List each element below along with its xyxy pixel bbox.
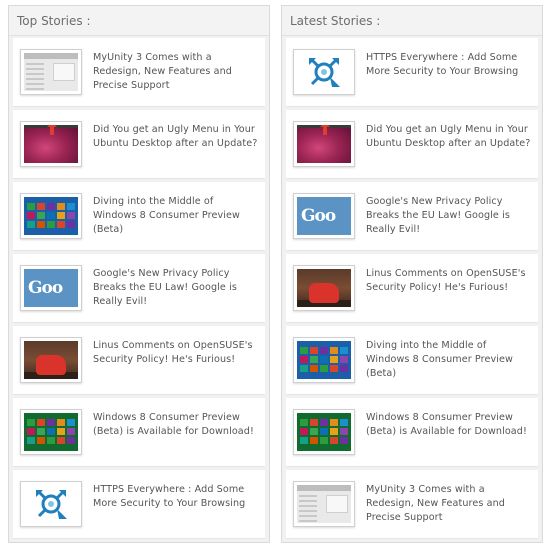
story-title-link[interactable]: Google's New Privacy Policy Breaks the E…: [93, 267, 259, 309]
google-logo-text: Goo: [28, 278, 63, 298]
top-stories-list: MyUnity 3 Comes with a Redesign, New Fea…: [9, 36, 269, 539]
google-thumbnail[interactable]: Goo: [293, 193, 355, 239]
menu-thumbnail[interactable]: [20, 121, 82, 167]
story-item[interactable]: Linus Comments on OpenSUSE's Security Po…: [286, 254, 538, 323]
story-item[interactable]: Windows 8 Consumer Preview (Beta) is Ava…: [286, 398, 538, 467]
story-item[interactable]: Did You get an Ugly Menu in Your Ubuntu …: [286, 110, 538, 179]
top-stories-header: Top Stories :: [9, 6, 269, 36]
win8-thumbnail[interactable]: [20, 193, 82, 239]
story-title-link[interactable]: Windows 8 Consumer Preview (Beta) is Ava…: [93, 411, 259, 439]
linus-thumbnail[interactable]: [20, 337, 82, 383]
story-item[interactable]: Goo Google's New Privacy Policy Breaks th…: [13, 254, 265, 323]
latest-stories-header: Latest Stories :: [282, 6, 542, 36]
story-item[interactable]: Windows 8 Consumer Preview (Beta) is Ava…: [13, 398, 265, 467]
story-item[interactable]: MyUnity 3 Comes with a Redesign, New Fea…: [13, 38, 265, 107]
story-item[interactable]: HTTPS Everywhere : Add Some More Securit…: [286, 38, 538, 107]
story-title-link[interactable]: Google's New Privacy Policy Breaks the E…: [366, 195, 532, 237]
story-item[interactable]: Did You get an Ugly Menu in Your Ubuntu …: [13, 110, 265, 179]
myunity-thumbnail[interactable]: [20, 49, 82, 95]
story-title-link[interactable]: MyUnity 3 Comes with a Redesign, New Fea…: [366, 483, 532, 525]
story-item[interactable]: Goo Google's New Privacy Policy Breaks th…: [286, 182, 538, 251]
story-title-link[interactable]: Windows 8 Consumer Preview (Beta) is Ava…: [366, 411, 532, 439]
https-thumbnail[interactable]: [20, 481, 82, 527]
win8green-thumbnail[interactable]: [20, 409, 82, 455]
story-item[interactable]: Diving into the Middle of Windows 8 Cons…: [286, 326, 538, 395]
latest-stories-list: HTTPS Everywhere : Add Some More Securit…: [282, 36, 542, 539]
menu-thumbnail[interactable]: [293, 121, 355, 167]
google-thumbnail[interactable]: Goo: [20, 265, 82, 311]
story-title-link[interactable]: Did You get an Ugly Menu in Your Ubuntu …: [93, 123, 259, 151]
https-thumbnail[interactable]: [293, 49, 355, 95]
story-title-link[interactable]: MyUnity 3 Comes with a Redesign, New Fea…: [93, 51, 259, 93]
top-stories-panel: Top Stories : MyUnity 3 Comes with a Red…: [8, 5, 270, 543]
story-item[interactable]: MyUnity 3 Comes with a Redesign, New Fea…: [286, 470, 538, 539]
linus-thumbnail[interactable]: [293, 265, 355, 311]
story-title-link[interactable]: Linus Comments on OpenSUSE's Security Po…: [366, 267, 532, 295]
google-logo-text: Goo: [301, 206, 336, 226]
story-title-link[interactable]: HTTPS Everywhere : Add Some More Securit…: [93, 483, 259, 511]
story-title-link[interactable]: Did You get an Ugly Menu in Your Ubuntu …: [366, 123, 532, 151]
myunity-thumbnail[interactable]: [293, 481, 355, 527]
win8-thumbnail[interactable]: [293, 337, 355, 383]
story-item[interactable]: Linus Comments on OpenSUSE's Security Po…: [13, 326, 265, 395]
latest-stories-panel: Latest Stories : HTTPS Everywhere : Add …: [281, 5, 543, 543]
story-title-link[interactable]: Diving into the Middle of Windows 8 Cons…: [366, 339, 532, 381]
story-title-link[interactable]: Diving into the Middle of Windows 8 Cons…: [93, 195, 259, 237]
story-item[interactable]: HTTPS Everywhere : Add Some More Securit…: [13, 470, 265, 539]
story-item[interactable]: Diving into the Middle of Windows 8 Cons…: [13, 182, 265, 251]
win8green-thumbnail[interactable]: [293, 409, 355, 455]
story-title-link[interactable]: Linus Comments on OpenSUSE's Security Po…: [93, 339, 259, 367]
story-title-link[interactable]: HTTPS Everywhere : Add Some More Securit…: [366, 51, 532, 79]
